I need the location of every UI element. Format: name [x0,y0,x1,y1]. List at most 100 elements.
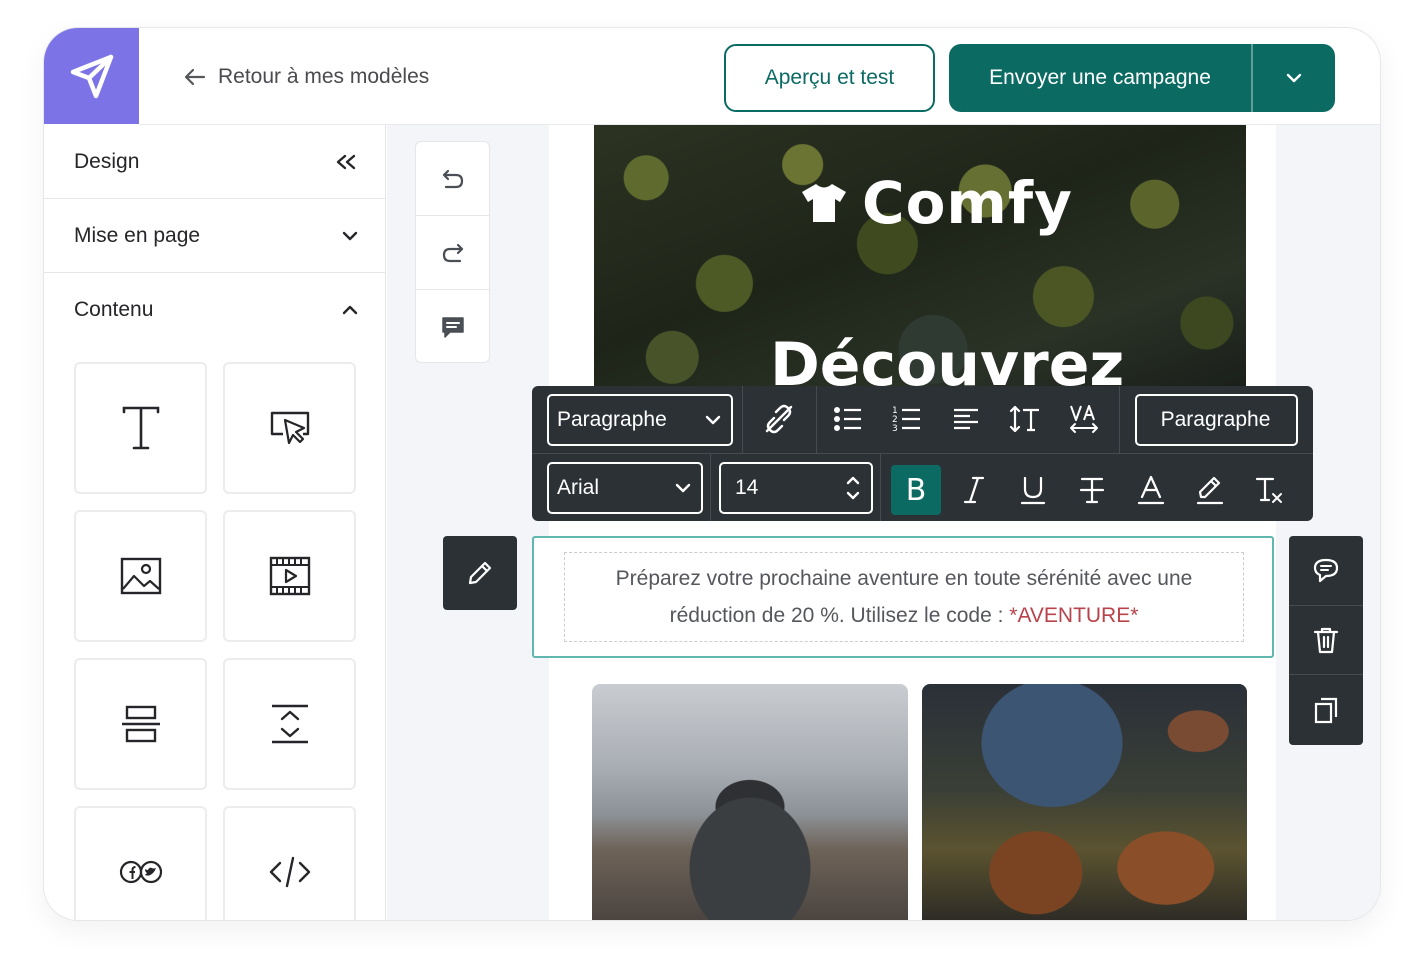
font-size-value: 14 [735,476,759,499]
promo-paragraph: Préparez votre prochaine aventure en tou… [575,560,1233,634]
video-block-icon [269,556,310,596]
bold-button[interactable]: B [891,465,941,515]
social-block-tile[interactable] [74,806,207,920]
back-to-templates-link[interactable]: Retour à mes modèles [184,62,429,92]
numbered-list-button[interactable]: 1 2 3 [883,395,931,443]
font-family-select[interactable]: Arial [547,462,703,514]
paper-plane-icon [70,54,113,99]
highlighter-icon [1196,476,1224,505]
comment-icon [1313,559,1339,583]
toolbar-divider [816,386,817,453]
hero-image[interactable]: Comfy Découvrez [594,125,1246,389]
bullet-list-icon [834,407,861,431]
italic-button[interactable] [950,466,998,514]
clear-format-icon [1255,477,1282,503]
collapse-double-chevron-left-icon[interactable] [333,153,359,171]
link-button[interactable] [755,395,803,443]
text-style-value: Paragraphe [1160,408,1271,431]
underline-icon [1020,476,1046,505]
font-family-value: Arial [557,476,600,499]
send-campaign-button[interactable]: Envoyer une campagne [949,44,1253,112]
chevron-up-down-icon[interactable] [845,473,861,503]
letter-spacing-icon [1070,405,1098,433]
chevron-down-icon [675,483,691,493]
left-sidebar: Design Mise en page Contenu [44,125,386,920]
hiking-boots-image[interactable] [922,684,1247,920]
font-size-stepper[interactable]: 14 [719,462,873,514]
text-style-select[interactable]: Paragraphe [1135,394,1298,446]
unlink-icon [765,404,793,434]
promo-code: *AVENTURE* [1009,604,1139,627]
brand-name: Comfy [862,169,1073,237]
edit-block-button[interactable] [443,536,517,610]
send-button-label: Envoyer une campagne [989,66,1211,89]
trash-icon [1313,627,1339,653]
history-toolbar [415,141,490,363]
comments-button[interactable] [416,290,489,362]
chevron-up-icon [342,305,358,315]
toolbar-divider [742,386,743,453]
undo-icon [442,169,463,188]
chevron-down-icon [342,231,358,240]
social-block-icon [119,860,162,884]
highlight-button[interactable] [1186,466,1234,514]
hero-title: Découvrez [770,330,1125,389]
section-label-layout: Mise en page [74,223,201,247]
preview-and-test-button[interactable]: Aperçu et test [724,44,935,112]
spacer-block-icon [271,704,308,744]
undo-button[interactable] [416,142,489,216]
t-shirt-icon [802,184,846,222]
send-options-dropdown[interactable] [1253,44,1335,112]
line-height-button[interactable] [1001,395,1049,443]
redo-button[interactable] [416,216,489,290]
numbered-list-icon: 1 2 3 [892,406,920,434]
button-block-tile[interactable] [223,362,356,494]
letter-spacing-button[interactable] [1060,395,1108,443]
text-color-button[interactable] [1127,466,1175,514]
app-logo[interactable] [44,28,139,124]
sidebar-section-design[interactable]: Design [44,125,385,199]
toolbar-divider [1119,386,1120,453]
align-left-button[interactable] [942,395,990,443]
spacer-block-tile[interactable] [223,658,356,790]
bold-letter: B [905,472,927,508]
block-comment-button[interactable] [1289,536,1363,606]
duplicate-block-button[interactable] [1289,675,1363,745]
text-block-icon [122,406,159,450]
strikethrough-icon [1079,477,1105,504]
divider-block-tile[interactable] [74,658,207,790]
section-label-content: Contenu [74,298,154,321]
image-block-tile[interactable] [74,510,207,642]
svg-text:3: 3 [892,424,898,434]
video-block-tile[interactable] [223,510,356,642]
html-code-block-tile[interactable] [223,806,356,920]
underline-button[interactable] [1009,466,1057,514]
section-label-design: Design [74,149,140,173]
toolbar-row-divider [532,453,1313,454]
image-block-icon [120,557,161,595]
sidebar-section-layout[interactable]: Mise en page [44,199,385,273]
clear-format-button[interactable] [1245,466,1293,514]
send-campaign-button-group: Envoyer une campagne [949,44,1335,112]
delete-block-button[interactable] [1289,606,1363,676]
text-block-content[interactable]: Préparez votre prochaine aventure en tou… [564,552,1244,642]
hiker-backpack-image[interactable] [592,684,908,920]
divider-block-icon [121,705,160,743]
pencil-icon [468,561,492,585]
strikethrough-button[interactable] [1068,466,1116,514]
brand-logo: Comfy [800,169,1073,237]
line-height-icon [1009,405,1039,433]
arrow-left-icon [184,68,206,86]
selected-text-block[interactable]: Préparez votre prochaine aventure en tou… [532,536,1274,658]
text-block-tile[interactable] [74,362,207,494]
bullet-list-button[interactable] [824,395,872,443]
block-type-select[interactable]: Paragraphe [547,394,733,446]
block-actions-toolbar [1289,536,1363,745]
app-window: Retour à mes modèles Aperçu et test Envo… [44,28,1380,920]
back-link-label: Retour à mes modèles [218,65,430,88]
toolbar-divider [710,454,711,521]
html-code-block-icon [269,856,310,888]
text-color-icon [1137,475,1165,505]
button-block-icon [270,411,309,445]
sidebar-section-content[interactable]: Contenu [44,273,385,347]
